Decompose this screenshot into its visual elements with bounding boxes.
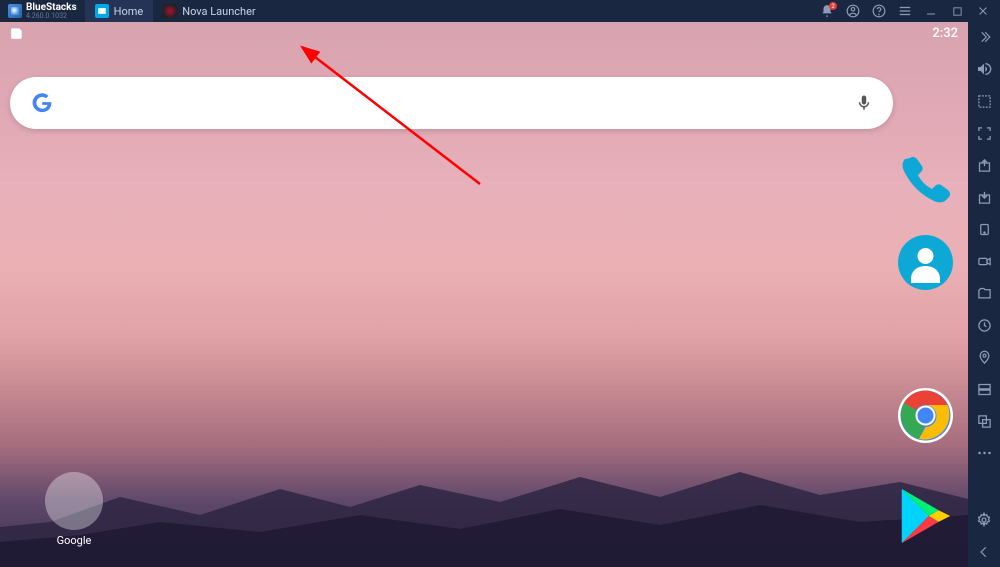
keymap-icon[interactable] — [975, 380, 993, 398]
menu-icon[interactable] — [898, 4, 912, 18]
clock-icon[interactable] — [975, 316, 993, 334]
minimize-button[interactable] — [924, 4, 938, 18]
tab-label: Home — [114, 5, 144, 18]
google-search-widget[interactable] — [10, 77, 893, 129]
google-folder[interactable]: Google — [45, 472, 103, 547]
rotate-icon[interactable] — [975, 220, 993, 238]
microphone-icon[interactable] — [855, 91, 873, 115]
play-store-icon[interactable] — [894, 485, 956, 547]
account-icon[interactable] — [846, 4, 860, 18]
multi-instance-icon[interactable] — [975, 412, 993, 430]
volume-icon[interactable] — [975, 60, 993, 78]
import-icon[interactable] — [975, 188, 993, 206]
bluestacks-logo-icon — [8, 4, 22, 18]
contacts-app-icon[interactable] — [898, 235, 953, 290]
android-statusbar: 2:32 — [0, 22, 968, 44]
notifications-icon[interactable]: 2 — [820, 4, 834, 18]
phone-app-icon[interactable] — [898, 152, 953, 207]
tabs: Home Nova Launcher — [85, 0, 266, 22]
media-folder-icon[interactable] — [975, 284, 993, 302]
folder-label: Google — [45, 534, 103, 547]
close-button[interactable] — [976, 4, 990, 18]
mountain-silhouette — [0, 427, 968, 567]
android-homescreen[interactable]: 2:32 — [0, 22, 968, 567]
home-icon — [95, 4, 109, 18]
back-icon[interactable] — [975, 543, 993, 561]
export-icon[interactable] — [975, 156, 993, 174]
app-version: 4.260.0.1032 — [26, 13, 77, 20]
location-icon[interactable] — [975, 348, 993, 366]
dock — [898, 152, 953, 443]
app-name: BlueStacks — [26, 3, 77, 13]
notification-badge: 2 — [829, 2, 837, 10]
tab-home[interactable]: Home — [85, 0, 154, 22]
fullscreen-icon[interactable] — [975, 124, 993, 142]
titlebar: BlueStacks 4.260.0.1032 Home Nova Launch… — [0, 0, 1000, 22]
tab-nova-launcher[interactable]: Nova Launcher — [153, 0, 265, 22]
folder-circle-icon — [45, 472, 103, 530]
bluestacks-logo-section: BlueStacks 4.260.0.1032 — [0, 3, 85, 20]
sdcard-icon — [10, 26, 24, 40]
chrome-app-icon[interactable] — [898, 388, 953, 443]
more-icon[interactable] — [975, 444, 993, 462]
help-icon[interactable] — [872, 4, 886, 18]
nova-launcher-icon — [163, 4, 177, 18]
window-controls: 2 — [820, 4, 1000, 18]
collapse-sidebar-icon[interactable] — [975, 28, 993, 46]
maximize-button[interactable] — [950, 4, 964, 18]
clock: 2:32 — [932, 26, 958, 41]
settings-icon[interactable] — [975, 511, 993, 529]
record-icon[interactable] — [975, 252, 993, 270]
tab-label: Nova Launcher — [182, 5, 255, 18]
capture-region-icon[interactable] — [975, 92, 993, 110]
google-g-icon — [30, 91, 54, 115]
bluestacks-sidebar — [968, 22, 1000, 567]
